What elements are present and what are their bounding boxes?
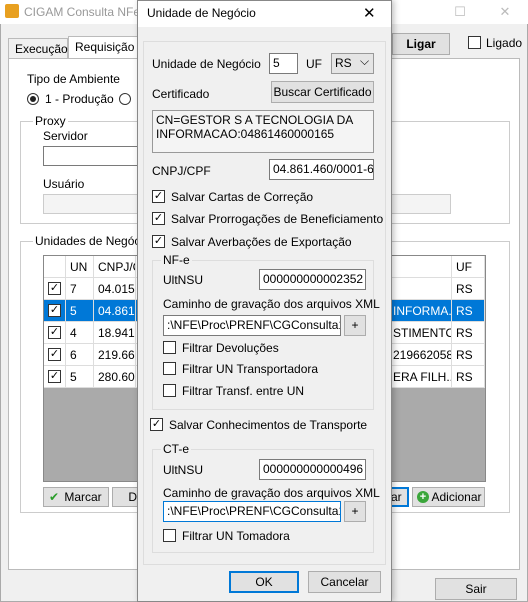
salvar-averbacoes-checkbox[interactable]: ✓ [152,235,165,248]
ligado-checkbox[interactable] [468,36,481,49]
producao-radio[interactable] [27,93,39,105]
salvar-averbacoes-label: Salvar Averbações de Exportação [171,235,352,249]
row-uf: RS [452,300,485,322]
row-uf: RS [452,322,485,344]
marcar-label: Marcar [64,490,102,504]
nfe-caminho-label: Caminho de gravação dos arquivos XML [163,297,380,311]
adicionar-label: Adicionar [431,490,482,504]
ok-button[interactable]: OK [229,571,299,593]
cte-caminho-button[interactable]: + [344,501,366,522]
tipo-ambiente-label: Tipo de Ambiente [27,72,120,86]
servidor-label: Servidor [43,129,88,143]
usuario-label: Usuário [43,177,85,191]
nfe-ultnsu-label: UltNSU [163,273,204,287]
senha-input[interactable] [390,194,451,214]
row-cnpj: 280.601 [94,366,136,388]
row-un: 6 [66,344,94,366]
close-icon[interactable]: ✕ [363,4,376,22]
cte-ultnsu-label: UltNSU [163,463,204,477]
row-un: 4 [66,322,94,344]
cancelar-button[interactable]: Cancelar [308,571,381,593]
desmarcar-button[interactable]: D [112,487,140,507]
cnpj-label: CNPJ/CPF [152,164,211,178]
row-cnpj: 04.861.4 [94,300,136,322]
unidade-label: Unidade de Negócio [152,57,261,71]
unidade-dialog: Unidade de Negócio ✕ Unidade de Negócio … [137,0,392,602]
ligar-button[interactable]: Ligar [392,33,450,55]
row-uf: RS [452,366,485,388]
homologacao-radio[interactable] [119,93,131,105]
marcar-button[interactable]: ✔ Marcar [43,487,109,507]
nfe-ultnsu-input[interactable]: 000000000002352 [259,269,366,290]
filtrar-un-tomadora-label: Filtrar UN Tomadora [182,529,290,543]
grid-header-un[interactable]: UN [66,256,94,278]
grid-header-uf[interactable]: UF [452,256,485,278]
grid-header-cnpj[interactable]: CNPJ/C [94,256,136,278]
row-checkbox[interactable]: ✓ [48,348,61,361]
ligado-label: Ligado [486,36,523,50]
certificado-textbox[interactable]: CN=GESTOR S A TECNOLOGIA DA INFORMACAO:0… [152,110,374,153]
salvar-prorrogacoes-label: Salvar Prorrogações de Beneficiamento [171,212,384,226]
salvar-cartas-label: Salvar Cartas de Correção [171,190,314,204]
salvar-conhecimentos-checkbox[interactable]: ✓ [150,418,163,431]
filtrar-devolucoes-label: Filtrar Devoluções [182,341,279,355]
cte-label: CT-e [161,442,192,456]
usuario-input[interactable] [43,194,143,214]
cte-caminho-input[interactable]: :\NFE\Proc\PRENF\CGConsulta1\ [163,501,341,522]
dialog-titlebar: Unidade de Negócio ✕ [138,1,391,27]
filtrar-un-transportadora-checkbox[interactable] [163,362,176,375]
sair-button[interactable]: Sair [435,578,517,600]
row-checkbox[interactable]: ✓ [48,326,61,339]
close-main-icon[interactable]: ✕ [485,2,525,22]
nfe-caminho-input[interactable]: :\NFE\Proc\PRENF\CGConsulta1\ [163,315,341,336]
unidade-input[interactable]: 5 [269,53,298,74]
add-icon: + [417,491,429,503]
row-uf: RS [452,344,485,366]
cte-ultnsu-input[interactable]: 000000000000496 [259,459,366,480]
adicionar-button[interactable]: + Adicionar [412,487,485,507]
servidor-input[interactable] [43,146,143,166]
row-checkbox[interactable]: ✓ [48,370,61,383]
row-checkbox[interactable]: ✓ [48,304,61,317]
producao-label: 1 - Produção [45,92,114,106]
uf-select-value: RS [335,56,352,70]
tab-execucao[interactable]: Execução [8,38,68,59]
nfe-caminho-button[interactable]: + [344,315,366,336]
tab-requisicao[interactable]: Requisição [68,36,140,59]
filtrar-devolucoes-checkbox[interactable] [163,341,176,354]
app-icon [5,4,19,18]
salvar-prorrogacoes-checkbox[interactable]: ✓ [152,212,165,225]
buscar-certificado-button[interactable]: Buscar Certificado [271,81,374,103]
maximize-icon[interactable]: ☐ [440,2,480,22]
unidades-label: Unidades de Negócio [33,234,152,248]
filtrar-transf-checkbox[interactable] [163,384,176,397]
cnpj-input[interactable]: 04.861.460/0001-65 [269,159,374,180]
grid-header-check [44,256,66,278]
salvar-conhecimentos-label: Salvar Conhecimentos de Transporte [169,418,368,432]
proxy-label: Proxy [33,114,68,128]
salvar-cartas-checkbox[interactable]: ✓ [152,190,165,203]
filtrar-un-tomadora-checkbox[interactable] [163,529,176,542]
row-un: 5 [66,366,94,388]
row-un: 7 [66,278,94,300]
uf-select[interactable]: RS ⌵ [331,53,374,74]
filtrar-un-transportadora-label: Filtrar UN Transportadora [182,362,319,376]
main-title: CIGAM Consulta NFe [24,5,141,19]
check-icon: ✔ [49,490,60,504]
uf-label: UF [306,57,322,71]
row-checkbox[interactable]: ✓ [48,282,61,295]
nfe-label: NF-e [161,253,192,267]
row-cnpj: 219.662 [94,344,136,366]
certificado-label: Certificado [152,87,210,101]
dialog-title: Unidade de Negócio [147,6,256,20]
filtrar-transf-label: Filtrar Transf. entre UN [182,384,305,398]
chevron-down-icon: ⌵ [360,54,370,68]
cte-caminho-label: Caminho de gravação dos arquivos XML [163,486,380,500]
row-cnpj: 18.941. [94,322,136,344]
row-uf: RS [452,278,485,300]
row-un: 5 [66,300,94,322]
row-cnpj: 04.015. [94,278,136,300]
